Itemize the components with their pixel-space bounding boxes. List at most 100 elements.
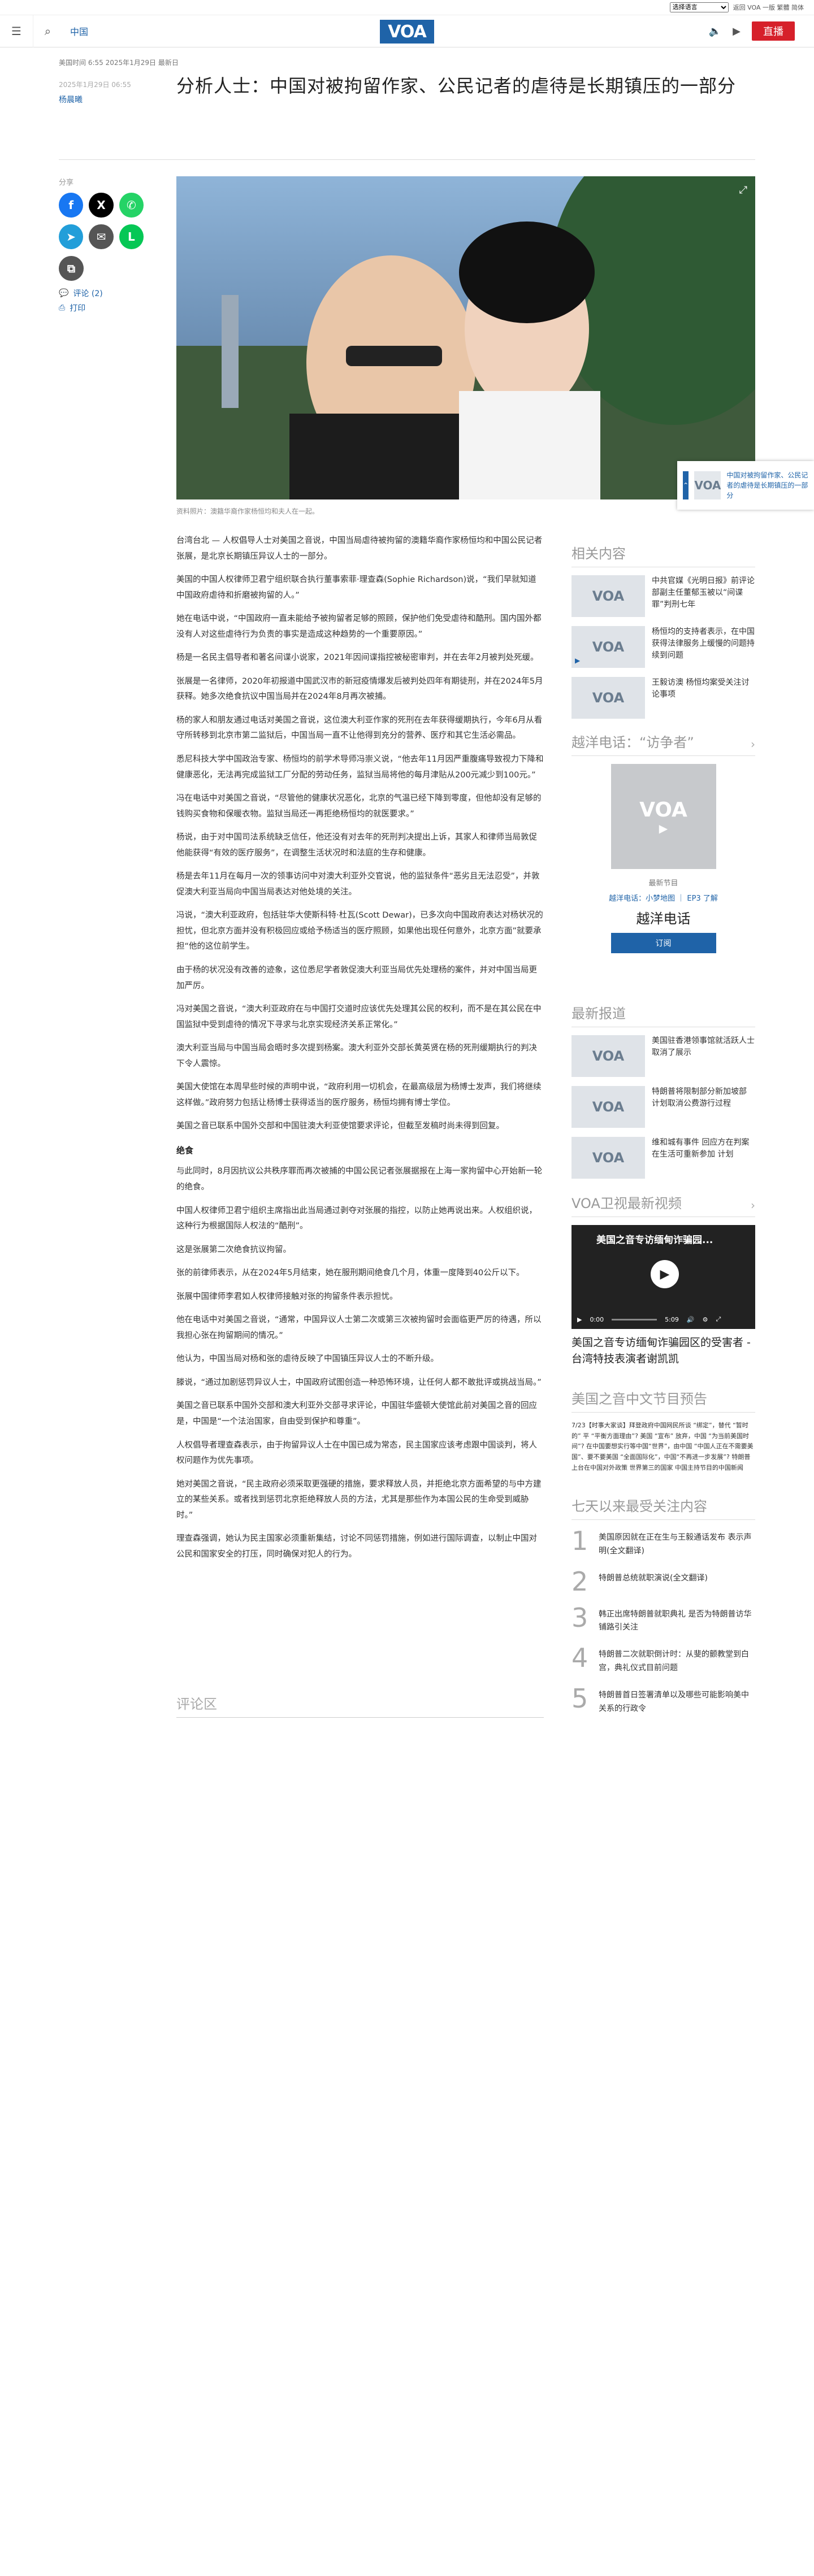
paragraph: 冯对美国之音说，“澳大利亚政府在与中国打交道时应该优先处理其公民的权利，而不是在…	[176, 1005, 542, 1029]
video-heading[interactable]: VOA卫视最新视频	[571, 1192, 682, 1212]
popup-text: 中国对被拘留作家、公民记者的虐待是长期镇压的一部分	[726, 471, 808, 499]
live-button[interactable]: 直播	[752, 21, 795, 41]
latest-item[interactable]: VOA 维和城有事件 回应方在判案 在生活可重新参加 计划	[571, 1137, 755, 1179]
subscribe-button[interactable]: 订阅	[610, 933, 716, 953]
print-icon: ⎙	[59, 303, 66, 312]
podcast-section: 美国之音中文节目预告 7/23【时事大家谈】拜登政府中国网民所谈 “绑定”，替代…	[571, 1388, 755, 1473]
video-caption[interactable]: 美国之音专访缅甸诈骗园区的受害者 - 台湾特技表演者谢凯凯	[571, 1335, 755, 1367]
publish-date: 2025年1月29日 06:55	[59, 81, 131, 89]
chevron-up-icon[interactable]: ⌃	[683, 471, 689, 499]
comments-link[interactable]: 💬 评论 (2)	[59, 288, 144, 299]
paragraph: 澳大利亚当局与中国当局会晤时多次提到杨案。澳大利亚外交部长黄英贤在杨的死刑缓期执…	[176, 1044, 537, 1068]
hero-image: ⤢	[176, 176, 755, 499]
language-select[interactable]: 选择语言	[669, 2, 729, 12]
paragraph: 美国的中国人权律师卫君宁组织联合执行董事索菲·理查森(Sophie Richar…	[176, 575, 536, 600]
utility-bar: 选择语言 返回 VOA 一版 繁體 简体	[0, 0, 814, 15]
paragraph: 杨说，由于对中国司法系统缺乏信任，他还没有对去年的死刑判决提出上诉，其家人和律师…	[176, 833, 537, 858]
chevron-right-icon[interactable]: ›	[751, 737, 755, 751]
comments-heading: 评论区	[176, 1693, 544, 1718]
popular-item[interactable]: 1 美国原因就在正在生与王毅通话发布 表示声明(全文翻译)	[571, 1528, 755, 1558]
article-dates: 美国时间 6:55 2025年1月29日 最新日	[59, 59, 179, 67]
thumbnail: VOA	[571, 575, 645, 617]
thumbnail: VOA	[571, 677, 645, 719]
video-title: 美国之音专访缅甸诈骗园...	[596, 1235, 713, 1246]
facebook-icon[interactable]: f	[59, 193, 84, 218]
paragraph: 冯说，“澳大利亚政府，包括驻华大使斯科特·杜瓦(Scott Dewar)，已多次…	[176, 911, 543, 952]
chevron-right-icon[interactable]: ›	[751, 1198, 755, 1212]
video-icon[interactable]: ▶	[733, 25, 741, 37]
paragraph: 她在电话中说，“中国政府一直未能给予被拘留者足够的照顾，保护他们免受虐待和酷刑。…	[176, 614, 542, 639]
paragraph: 杨是一名民主倡导者和著名间谍小说家，2021年因间谍指控被秘密审判，并在去年2月…	[176, 653, 539, 663]
subheading: 绝食	[176, 1145, 194, 1155]
paragraph: 杨的家人和朋友通过电话对美国之音说，这位澳大利亚作家的死刑在去年获得缓期执行，今…	[176, 715, 543, 741]
copy-link-icon[interactable]: ⧉	[59, 256, 84, 281]
program-links[interactable]: 越洋电话：小梦地图 ｜ EP3 了解	[571, 892, 755, 903]
play-icon: ▶	[659, 821, 668, 835]
popular-item[interactable]: 2 特朗普总统就职演说(全文翻译)	[571, 1569, 755, 1595]
related-item[interactable]: VOA ▶ 杨恒均的支持者表示，在中国获得法律服务上缓慢的问题持续到问题	[571, 626, 755, 668]
comment-icon: 💬	[59, 289, 69, 298]
thumbnail: VOA ▶	[571, 626, 645, 668]
popular-item[interactable]: 4 特朗普二次就职倒计时：从斐的颤教堂到白宫，典礼仪式目前问题	[571, 1645, 755, 1675]
telegram-icon[interactable]: ➤	[59, 224, 84, 249]
utility-links[interactable]: 返回 VOA 一版 繁體 简体	[733, 3, 804, 12]
video-player[interactable]: 美国之音专访缅甸诈骗园... ▶ ▶ 0:00 5:09 🔊 ⚙ ⤢	[571, 1225, 755, 1329]
paragraph: 滕说，“通过加剧惩罚异议人士，中国政府试图创造一种恐怖环境，让任何人都不敢批评或…	[176, 1378, 542, 1387]
latest-item[interactable]: VOA 特朗普将限制部分新加坡部 计划取消公费游行过程	[571, 1086, 755, 1128]
paragraph: 他认为，中国当局对杨和张的虐待反映了中国镇压异议人士的不断升级。	[176, 1354, 439, 1364]
menu-icon[interactable]: ☰	[0, 15, 33, 47]
paragraph: 人权倡导者理查森表示，由于拘留异议人士在中国已成为常态，民主国家应该考虑跟中国谈…	[176, 1440, 537, 1466]
paragraph: 与此同时，8月因抗议公共秩序罪而再次被捕的中国公民记者张展据报在上海一家拘留中心…	[176, 1167, 543, 1192]
section-link[interactable]: 中国	[70, 24, 88, 38]
related-section: 相关内容 VOA 中共官媒《光明日报》前评论部副主任董郁玉被以“间谍罪”判刑七年 …	[571, 542, 755, 728]
paragraph: 杨是去年11月在每月一次的领事访问中对澳大利亚外交官说，他的监狱条件“恶劣且无法…	[176, 872, 540, 897]
fullscreen-icon[interactable]: ⤢	[716, 1315, 721, 1323]
gear-icon[interactable]: ⚙	[703, 1316, 708, 1323]
paragraph: 张展是一名律师，2020年初报道中国武汉市的新冠疫情爆发后被判处四年有期徒刑，并…	[176, 676, 543, 702]
search-icon[interactable]: ⌕	[33, 15, 62, 47]
podcast-text[interactable]: 7/23【时事大家谈】拜登政府中国网民所谈 “绑定”，替代 “暂时的” 平 “平…	[571, 1421, 755, 1473]
share-label: 分享	[59, 179, 74, 187]
play-icon[interactable]: ▶	[651, 1260, 679, 1288]
thumbnail: VOA	[571, 1137, 645, 1179]
image-caption: 资料照片：澳籍华裔作家杨恒均和夫人在一起。	[176, 507, 319, 515]
divider	[59, 159, 755, 160]
share-panel: 分享 f X ✆ ➤ ✉ L ⧉ 💬 评论 (2) ⎙ 打印	[59, 176, 144, 314]
program-heading[interactable]: 越洋电话：“访争者”	[571, 731, 694, 751]
x-icon[interactable]: X	[89, 193, 114, 218]
fullscreen-icon[interactable]: ⤢	[739, 184, 747, 196]
video-section: VOA卫视最新视频 › 美国之音专访缅甸诈骗园... ▶ ▶ 0:00 5:09 …	[571, 1192, 755, 1367]
video-controls: ▶ 0:00 5:09 🔊 ⚙ ⤢	[571, 1310, 755, 1329]
volume-icon[interactable]: 🔊	[687, 1316, 695, 1323]
paragraph: 张展中国律师李君如人权律师接触对张的拘留条件表示担忧。	[176, 1292, 398, 1301]
print-link[interactable]: ⎙ 打印	[59, 302, 144, 314]
progress-bar[interactable]	[612, 1318, 657, 1320]
line-icon[interactable]: L	[119, 224, 144, 249]
play-icon[interactable]: ▶	[577, 1316, 582, 1323]
popular-item[interactable]: 5 特朗普首日签署清单以及哪些可能影响美中关系的行政令	[571, 1686, 755, 1716]
paragraph: 张的前律师表示，从在2024年5月结束，她在服刑期间绝食几个月，体重一度降到40…	[176, 1269, 525, 1278]
program-image[interactable]: VOA ▶	[610, 764, 716, 869]
author-link[interactable]: 杨晨曦	[59, 95, 83, 105]
paragraph: 台湾台北 — 人权倡导人士对美国之音说，中国当局虐待被拘留的澳籍华裔作家杨恒均和…	[176, 536, 543, 561]
paragraph: 冯在电话中对美国之音说，“尽管他的健康状况恶化，北京的气温已经下降到零度，但他却…	[176, 794, 542, 819]
email-icon[interactable]: ✉	[89, 224, 114, 249]
site-header: ☰ ⌕ 中国 VOA 🔈 ▶ 直播	[0, 15, 814, 47]
whatsapp-icon[interactable]: ✆	[119, 193, 144, 218]
page-title: 分析人士：中国对被拘留作家、公民记者的虐待是长期镇压的一部分	[176, 75, 737, 97]
related-heading: 相关内容	[571, 546, 626, 562]
popular-item[interactable]: 3 韩正出席特朗普就职典礼 是否为特朗普访华铺路引关注	[571, 1605, 755, 1635]
related-item[interactable]: VOA 中共官媒《光明日报》前评论部副主任董郁玉被以“间谍罪”判刑七年	[571, 575, 755, 617]
program-title: 越洋电话	[636, 911, 691, 927]
byline: 2025年1月29日 06:55 杨晨曦	[59, 78, 144, 109]
play-icon: ▶	[575, 657, 581, 664]
paragraph: 美国之音已联系中国外交部和澳大利亚外交部寻求评论，中国驻华盛顿大使馆此前对美国之…	[176, 1401, 537, 1427]
audio-icon[interactable]: 🔈	[709, 25, 721, 37]
latest-item[interactable]: VOA 美国驻香港领事馆就活跃人士取消了展示	[571, 1035, 755, 1077]
hero-photo	[176, 176, 755, 499]
related-item[interactable]: VOA 王毅访澳 杨恒均案受关注讨论事项	[571, 677, 755, 719]
latest-heading: 最新报道	[571, 1006, 626, 1022]
paragraph: 由于杨的状况没有改善的迹象，这位悉尼学者敦促澳大利亚当局优先处理杨的案件，并对中…	[176, 966, 537, 991]
floating-player-popup[interactable]: ⌃ VOA 中国对被拘留作家、公民记者的虐待是长期镇压的一部分	[677, 461, 814, 510]
voa-logo[interactable]: VOA	[380, 20, 434, 44]
